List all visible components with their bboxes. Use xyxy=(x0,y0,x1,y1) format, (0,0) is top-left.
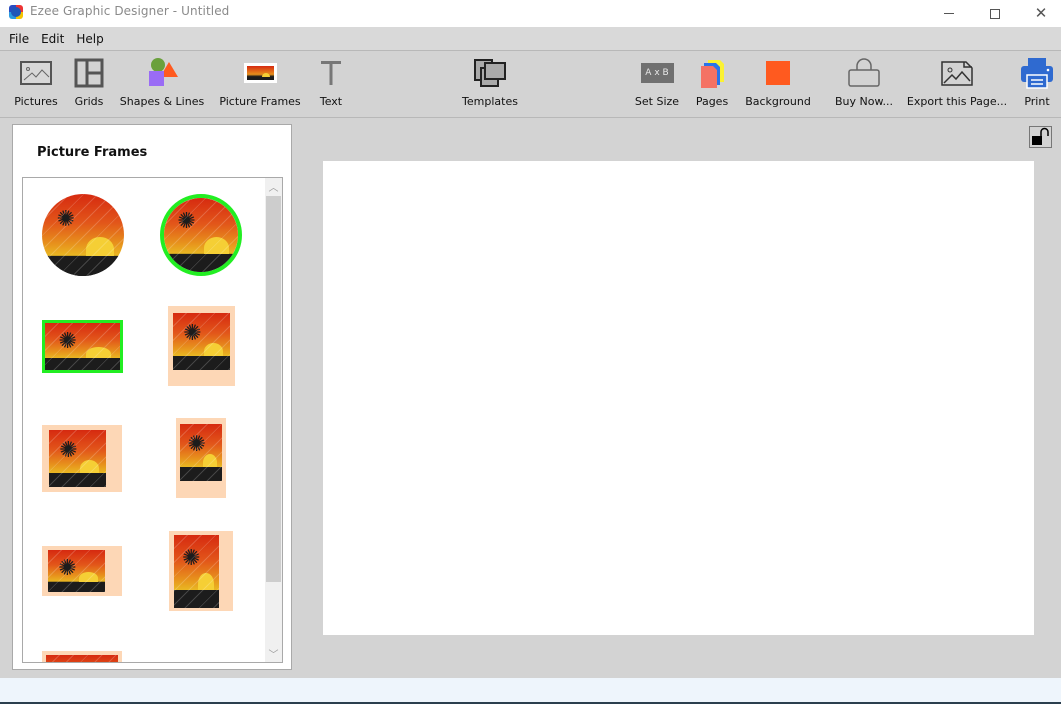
frame-circle[interactable]: ✺ xyxy=(42,194,124,276)
window-title: Ezee Graphic Designer - Untitled xyxy=(30,4,230,18)
scroll-down-icon[interactable]: ﹀ xyxy=(265,645,282,662)
close-icon: ✕ xyxy=(1034,4,1048,22)
title-bar: Ezee Graphic Designer - Untitled ✕ xyxy=(0,0,1061,27)
menu-file[interactable]: File xyxy=(9,32,29,46)
maximize-button[interactable] xyxy=(972,0,1018,27)
text-button[interactable]: Text xyxy=(312,51,350,117)
text-icon xyxy=(320,55,342,91)
menu-edit[interactable]: Edit xyxy=(41,32,64,46)
menu-bar: File Edit Help xyxy=(0,27,1061,50)
grids-button[interactable]: Grids xyxy=(66,51,112,117)
scrollbar-thumb[interactable] xyxy=(266,196,281,582)
set-size-icon: A x B xyxy=(640,55,674,91)
print-button[interactable]: Print xyxy=(1018,51,1056,117)
close-button[interactable]: ✕ xyxy=(1018,0,1061,27)
background-button[interactable]: Background xyxy=(742,51,814,117)
shapes-lines-button[interactable]: Shapes & Lines xyxy=(118,51,206,117)
set-size-button[interactable]: A x B Set Size xyxy=(632,51,682,117)
frame-circle-green[interactable]: ✺ xyxy=(160,194,242,276)
pages-icon xyxy=(698,55,726,91)
panel-title: Picture Frames xyxy=(37,145,148,160)
shapes-icon xyxy=(145,55,179,91)
unlocked-padlock-icon xyxy=(1032,127,1049,145)
frame-matte-portrait[interactable]: ✺ xyxy=(169,531,233,611)
toolbar: Pictures Grids Shapes & Lines Picture Fr… xyxy=(0,50,1061,118)
frames-list: ✺ ✺ ✺ ✺ ✺ ✺ ✺ ✺ xyxy=(22,177,283,663)
status-bar xyxy=(0,678,1061,702)
export-image-icon xyxy=(940,55,974,91)
frames-scrollbar[interactable]: ︿ ﹀ xyxy=(265,178,282,662)
picture-icon xyxy=(20,55,52,91)
picture-frame-icon xyxy=(243,55,277,91)
minimize-button[interactable] xyxy=(926,0,972,27)
grid-icon xyxy=(74,55,104,91)
scroll-up-icon[interactable]: ︿ xyxy=(265,178,282,195)
frame-matte-square[interactable]: ✺ xyxy=(42,425,122,492)
workspace: Picture Frames ✺ ✺ ✺ ✺ ✺ ✺ xyxy=(0,118,1061,678)
frame-matte-landscape[interactable]: ✺ xyxy=(42,546,122,596)
buy-now-button[interactable]: Buy Now... xyxy=(832,51,896,117)
printer-icon xyxy=(1020,55,1054,91)
design-canvas[interactable] xyxy=(323,161,1034,635)
menu-help[interactable]: Help xyxy=(76,32,103,46)
maximize-icon xyxy=(990,8,1000,19)
pictures-button[interactable]: Pictures xyxy=(10,51,62,117)
frame-matte-landscape-partial[interactable] xyxy=(42,651,122,662)
frame-polaroid-portrait[interactable]: ✺ xyxy=(168,306,235,386)
frame-polaroid-narrow[interactable]: ✺ xyxy=(176,418,226,498)
templates-button[interactable]: Templates xyxy=(455,51,525,117)
lock-toggle-button[interactable] xyxy=(1029,126,1052,148)
app-logo-icon xyxy=(9,5,23,19)
export-page-button[interactable]: Export this Page... xyxy=(906,51,1008,117)
picture-frames-button[interactable]: Picture Frames xyxy=(218,51,302,117)
picture-frames-panel: Picture Frames ✺ ✺ ✺ ✺ ✺ ✺ xyxy=(12,124,292,670)
pages-button[interactable]: Pages xyxy=(692,51,732,117)
minimize-icon xyxy=(944,13,954,14)
shopping-bag-icon xyxy=(847,55,881,91)
frame-landscape-green[interactable]: ✺ xyxy=(42,320,123,373)
templates-icon xyxy=(473,55,507,91)
background-color-icon xyxy=(766,55,790,91)
